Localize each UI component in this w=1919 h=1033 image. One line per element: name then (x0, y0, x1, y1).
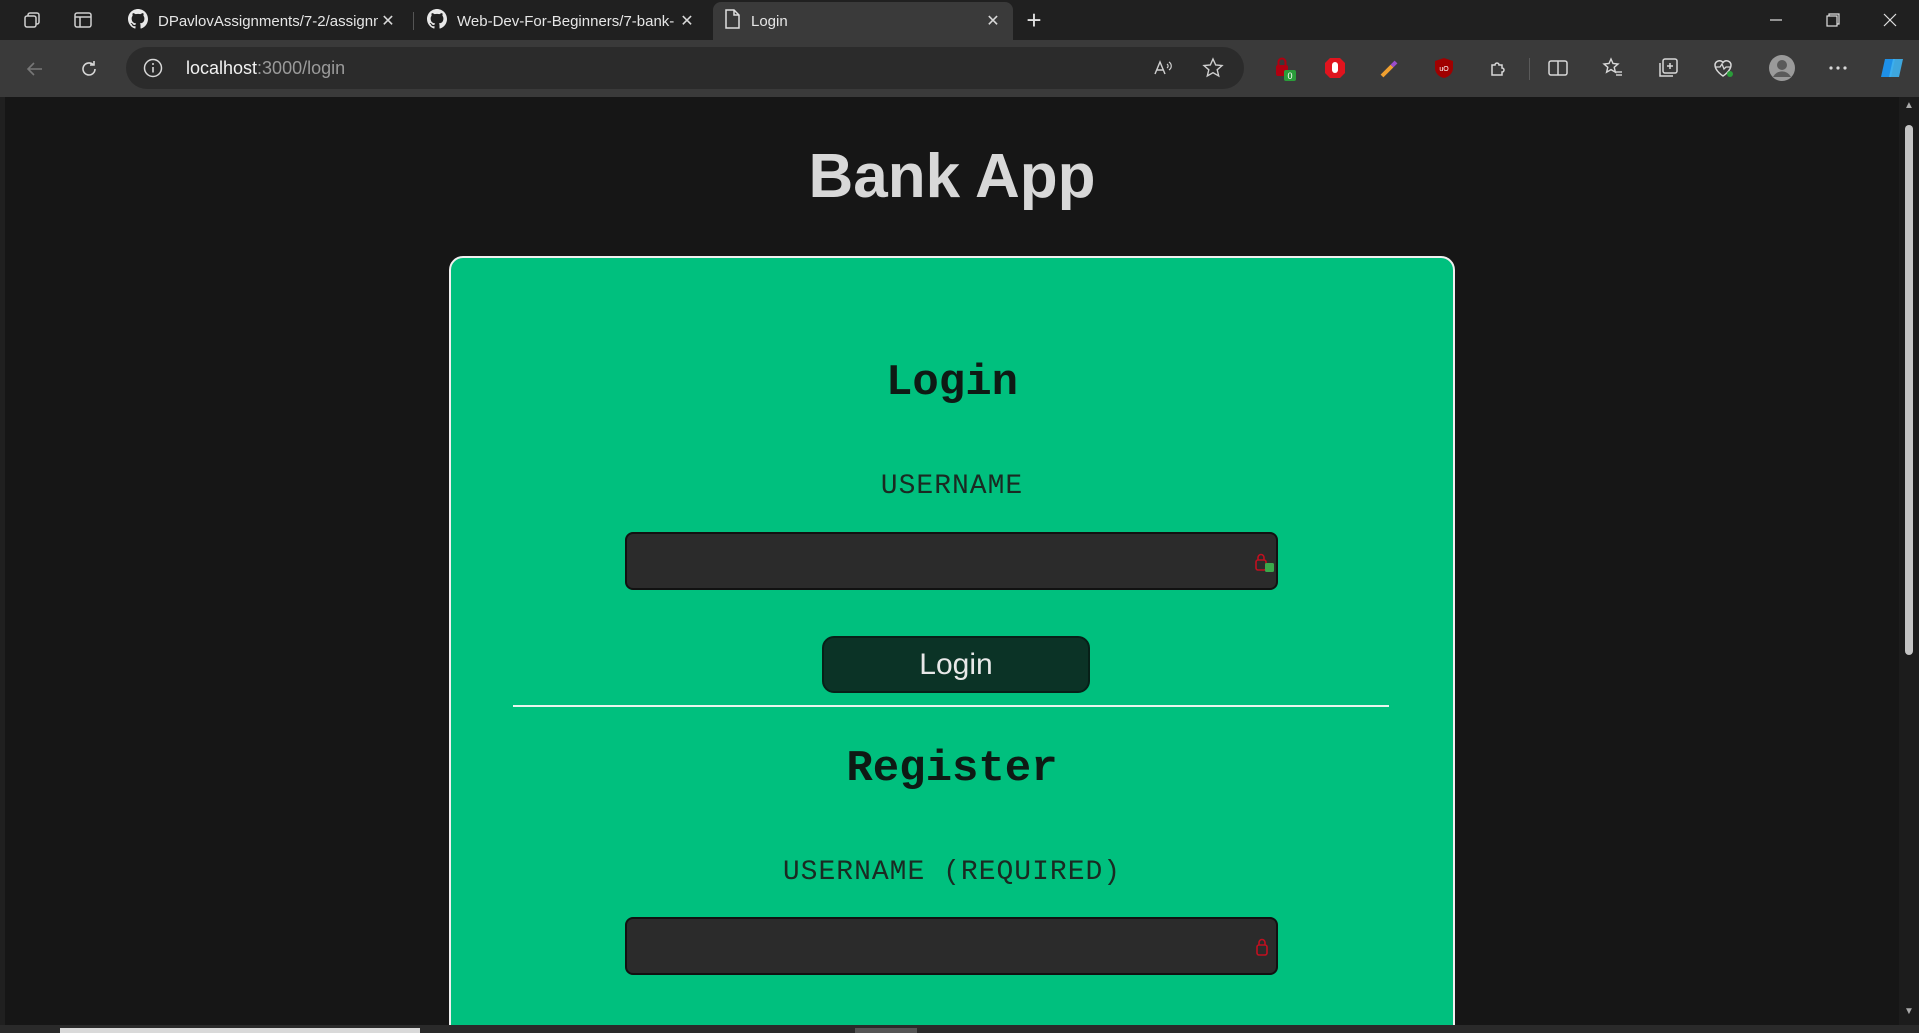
url-text[interactable]: localhost:3000/login (186, 58, 345, 79)
favorites-icon[interactable] (1597, 52, 1629, 84)
vertical-scrollbar[interactable]: ▲ ▼ (1899, 97, 1919, 1025)
tab-title: Web-Dev-For-Beginners/7-bank- (457, 12, 675, 30)
address-bar[interactable]: localhost:3000/login (126, 47, 1244, 89)
refresh-button[interactable] (72, 52, 106, 86)
profile-avatar[interactable] (1766, 52, 1798, 84)
toolbar-divider (1529, 58, 1530, 80)
url-path: :3000/login (257, 58, 346, 78)
password-manager-extension-icon[interactable]: 0 (1268, 52, 1300, 84)
scroll-down-arrow-icon[interactable]: ▼ (1904, 1007, 1914, 1017)
close-icon[interactable]: ✕ (677, 11, 697, 31)
tab-github-assignments[interactable]: DPavlovAssignments/7-2/assignm ✕ (118, 2, 408, 40)
tab-github-web-dev[interactable]: Web-Dev-For-Beginners/7-bank- ✕ (417, 2, 707, 40)
auth-card: Login USERNAME Login Register USERNAME (… (449, 256, 1455, 1025)
taskbar-strip (0, 1025, 1919, 1033)
favorite-star-icon[interactable] (1200, 55, 1226, 81)
page-icon (723, 9, 741, 33)
new-tab-button[interactable]: + (1018, 4, 1050, 36)
scroll-up-arrow-icon[interactable]: ▲ (1904, 101, 1914, 111)
login-button[interactable]: Login (822, 636, 1090, 693)
app-title: Bank App (808, 142, 1096, 211)
ublock-extension-icon[interactable]: uO (1428, 52, 1460, 84)
svg-text:uO: uO (1439, 66, 1449, 73)
browser-essentials-icon[interactable] (1707, 52, 1739, 84)
password-manager-icon[interactable] (1253, 551, 1275, 573)
login-username-label: USERNAME (880, 471, 1024, 502)
tab-title: Login (751, 12, 788, 30)
close-window-button[interactable] (1862, 0, 1918, 40)
github-icon (427, 9, 447, 33)
more-options-icon[interactable] (1822, 52, 1854, 84)
scrollbar-thumb[interactable] (1905, 125, 1913, 655)
close-icon[interactable]: ✕ (983, 11, 1003, 31)
tab-login[interactable]: Login ✕ (713, 2, 1013, 40)
register-username-label: USERNAME (REQUIRED) (782, 857, 1122, 888)
github-icon (128, 9, 148, 33)
tab-actions-icon[interactable] (68, 6, 98, 34)
split-screen-icon[interactable] (1542, 52, 1574, 84)
minimize-button[interactable] (1748, 0, 1804, 40)
copilot-icon[interactable] (1876, 52, 1908, 84)
collections-icon[interactable] (1652, 52, 1684, 84)
info-icon[interactable] (142, 57, 164, 79)
read-aloud-icon[interactable] (1150, 55, 1176, 81)
back-button[interactable] (18, 52, 52, 86)
password-manager-icon[interactable] (1253, 936, 1275, 958)
page-viewport: Bank App Login USERNAME Login Register U… (5, 97, 1899, 1025)
section-divider (513, 705, 1389, 707)
login-title: Login (885, 358, 1019, 408)
login-username-input[interactable] (625, 532, 1278, 590)
taskbar-indicator (855, 1028, 917, 1033)
color-picker-extension-icon[interactable] (1374, 52, 1406, 84)
tab-strip: DPavlovAssignments/7-2/assignm ✕ Web-Dev… (0, 0, 1919, 40)
register-username-input[interactable] (625, 917, 1278, 975)
url-host: localhost (186, 58, 258, 78)
workspaces-icon[interactable] (18, 6, 48, 34)
adblock-extension-icon[interactable] (1319, 52, 1351, 84)
browser-toolbar: localhost:3000/login 0 uO (0, 40, 1919, 97)
taskbar-indicator (60, 1028, 420, 1033)
tab-separator (413, 12, 414, 30)
register-title: Register (846, 744, 1058, 794)
close-icon[interactable]: ✕ (378, 11, 398, 31)
extensions-puzzle-icon[interactable] (1483, 52, 1515, 84)
tab-title: DPavlovAssignments/7-2/assignm (158, 12, 378, 30)
extension-badge: 0 (1287, 71, 1292, 81)
restore-button[interactable] (1805, 0, 1861, 40)
